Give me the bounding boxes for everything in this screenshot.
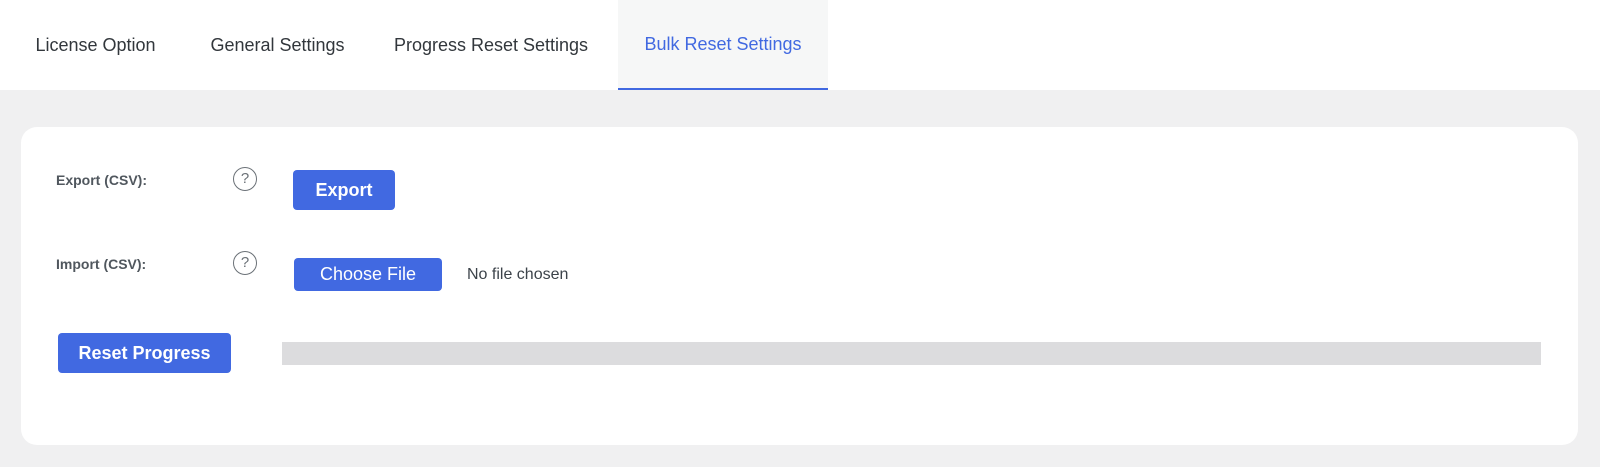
tab-progress-reset-settings[interactable]: Progress Reset Settings [364, 0, 618, 90]
bulk-reset-card: Export (CSV): ? Export Import (CSV): ? C… [21, 127, 1578, 445]
tab-license-option[interactable]: License Option [0, 0, 191, 90]
tab-general-settings[interactable]: General Settings [191, 0, 364, 90]
settings-tab-bar: License Option General Settings Progress… [0, 0, 1600, 90]
file-status-text: No file chosen [467, 266, 569, 283]
export-button[interactable]: Export [293, 170, 395, 210]
export-help-icon[interactable]: ? [233, 167, 257, 191]
import-help-icon[interactable]: ? [233, 251, 257, 275]
export-csv-label: Export (CSV): [56, 172, 147, 188]
tab-bulk-reset-settings[interactable]: Bulk Reset Settings [618, 0, 828, 90]
reset-progress-button[interactable]: Reset Progress [58, 333, 231, 373]
choose-file-button[interactable]: Choose File [294, 258, 442, 291]
reset-progress-bar [282, 342, 1541, 365]
import-csv-label: Import (CSV): [56, 256, 147, 272]
